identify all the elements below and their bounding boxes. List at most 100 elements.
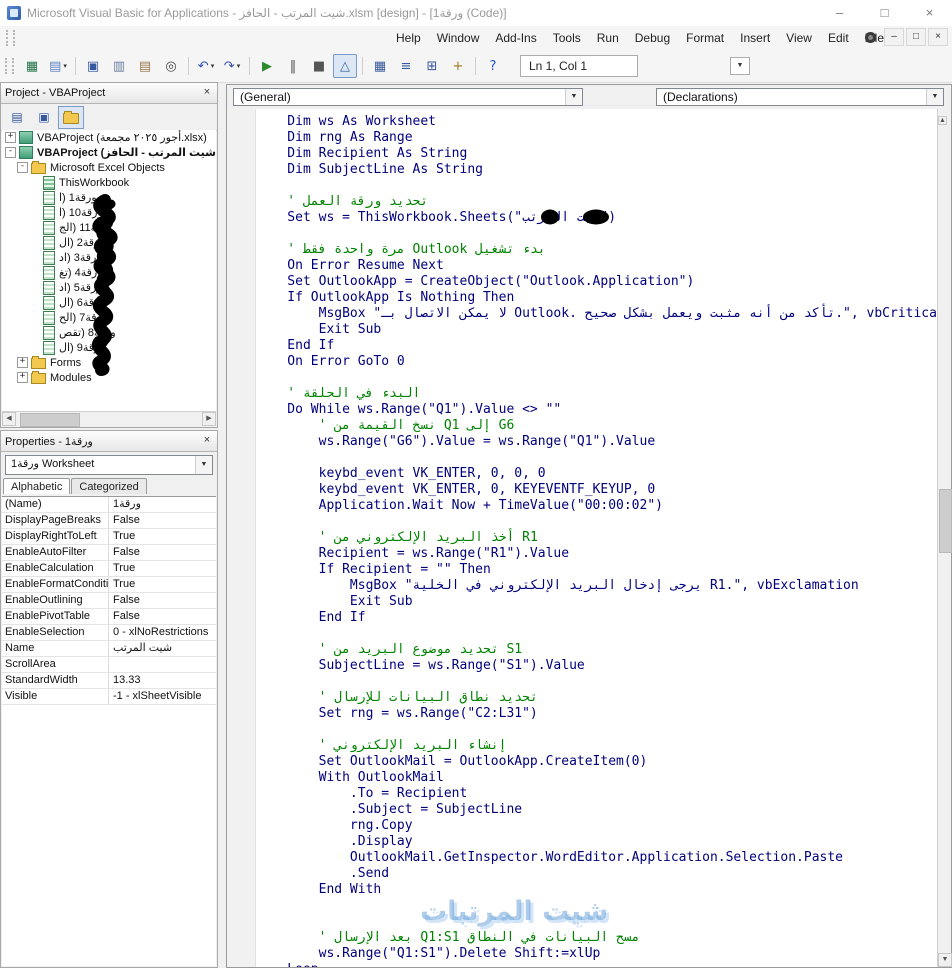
child-minimize-button[interactable]: – <box>884 28 904 46</box>
vscroll-thumb[interactable] <box>939 489 952 553</box>
folder-icon <box>63 111 79 124</box>
property-value[interactable]: False <box>109 609 216 624</box>
tree-item-sheet-1[interactable]: ورقة1 (ا <box>2 190 216 205</box>
insert-userform-button[interactable]: ▤ ▾ <box>46 54 70 78</box>
tab-categorized[interactable]: Categorized <box>71 478 147 494</box>
maximize-button[interactable]: □ <box>862 0 907 26</box>
tree-item-sheet-3[interactable]: ورقة3 (اد <box>2 250 216 265</box>
tree-item-vbaproject-2[interactable]: - VBAProject (شيت المرتب - الحافز) <box>2 145 216 160</box>
tree-item-sheet-6[interactable]: ورقة6 (ال <box>2 295 216 310</box>
menu-item-view[interactable]: View <box>778 28 820 48</box>
properties-window-button[interactable]: ≡ <box>394 54 418 78</box>
view-object-button[interactable]: ▣ <box>31 106 57 129</box>
child-restore-button[interactable]: □ <box>906 28 926 46</box>
tree-item-modules[interactable]: + Modules <box>2 370 216 385</box>
break-button[interactable]: ‖ <box>281 54 305 78</box>
copy-button[interactable]: ▥ <box>107 54 131 78</box>
menu-item-add-ins[interactable]: Add-Ins <box>487 28 544 48</box>
design-mode-button[interactable]: △ <box>333 54 357 78</box>
properties-panel-header[interactable]: Properties - ورقة1 × <box>1 431 217 452</box>
menu-item-tools[interactable]: Tools <box>545 28 589 48</box>
tree-item-sheet-7[interactable]: ورقة7 (الح <box>2 310 216 325</box>
property-value[interactable]: False <box>109 593 216 608</box>
property-value[interactable]: True <box>109 577 216 592</box>
code-vscrollbar[interactable]: ▲ ▼ <box>937 109 952 967</box>
tree-item-sheet-9[interactable]: ورقة9 (ال <box>2 340 216 355</box>
object-selector-dropdown[interactable]: ورقة1 Worksheet ▼ <box>5 455 213 475</box>
property-value[interactable]: 0 - xlNoRestrictions <box>109 625 216 640</box>
property-value[interactable]: شيت المرتب <box>109 641 216 656</box>
view-excel-button[interactable]: ▦ <box>20 54 44 78</box>
view-code-button[interactable]: ▤ <box>4 106 30 129</box>
expand-icon[interactable]: + <box>5 132 16 143</box>
project-explorer-button[interactable]: ▦ <box>368 54 392 78</box>
tree-item-sheet-10[interactable]: ورقة10 (ا <box>2 205 216 220</box>
run-button[interactable]: ▶ <box>255 54 279 78</box>
toolbar-options-dropdown[interactable]: ▼ <box>730 57 750 75</box>
close-button[interactable]: × <box>907 0 952 26</box>
save-button[interactable]: ▣ <box>81 54 105 78</box>
tree-item-sheet-8[interactable]: ورقة8 (تقص <box>2 325 216 340</box>
menu-item-format[interactable]: Format <box>678 28 732 48</box>
property-value[interactable]: False <box>109 513 216 528</box>
minimize-button[interactable]: – <box>817 0 862 26</box>
redo-button[interactable]: ↷ ▾ <box>220 54 244 78</box>
menubar-grip[interactable] <box>6 30 15 46</box>
project-panel-close-icon[interactable]: × <box>199 85 215 101</box>
find-button[interactable]: ◎ <box>159 54 183 78</box>
procedure-dropdown[interactable]: (Declarations) ▼ <box>656 88 944 106</box>
property-value[interactable]: -1 - xlSheetVisible <box>109 689 216 704</box>
property-value[interactable]: ورقة1 <box>109 497 216 512</box>
tree-item-sheet-5[interactable]: ورقة5 (اد <box>2 280 216 295</box>
tree-item-thisworkbook[interactable]: ThisWorkbook <box>2 175 216 190</box>
toggle-folders-button[interactable] <box>58 105 84 129</box>
object-dropdown-value: (General) <box>240 90 291 104</box>
menu-item-edit[interactable]: Edit <box>820 28 857 48</box>
property-name: EnableFormatConditions <box>2 577 109 592</box>
expand-icon[interactable]: + <box>17 372 28 383</box>
properties-panel-close-icon[interactable]: × <box>199 433 215 449</box>
help-button[interactable]: ? <box>481 54 505 78</box>
paste-button[interactable]: ▤ <box>133 54 157 78</box>
collapse-icon[interactable]: - <box>5 147 16 158</box>
menu-item-window[interactable]: Window <box>429 28 488 48</box>
code-line: ws.Range("G6").Value = ws.Range("Q1").Va… <box>256 434 656 449</box>
undo-button[interactable]: ↶ ▾ <box>194 54 218 78</box>
toolbox-button[interactable]: + <box>446 54 470 78</box>
object-dropdown[interactable]: (General) ▼ <box>233 88 583 106</box>
code-editor[interactable]: Dim ws As Worksheet Dim rng As Range Dim… <box>227 109 937 967</box>
property-value[interactable] <box>109 657 216 672</box>
property-value[interactable]: 13.33 <box>109 673 216 688</box>
object-browser-button[interactable]: ⊞ <box>420 54 444 78</box>
reset-button[interactable]: ■ <box>307 54 331 78</box>
child-close-button[interactable]: × <box>928 28 948 46</box>
tree-item-forms[interactable]: + Forms <box>2 355 216 370</box>
toolbar-grip[interactable] <box>5 58 14 74</box>
tree-item-sheet-2[interactable]: ورقة2 (ال <box>2 235 216 250</box>
tree-item-sheet-4[interactable]: ورقة4 (تغ <box>2 265 216 280</box>
property-value[interactable]: True <box>109 561 216 576</box>
tab-alphabetic[interactable]: Alphabetic <box>3 478 71 494</box>
property-value[interactable]: True <box>109 529 216 544</box>
scroll-right-icon[interactable]: ▶ <box>202 412 216 426</box>
tree-item-label: ورقة2 (ال <box>59 237 105 249</box>
property-value[interactable]: False <box>109 545 216 560</box>
chevron-down-icon[interactable]: ▼ <box>195 456 212 474</box>
project-panel-header[interactable]: Project - VBAProject × <box>1 83 217 104</box>
scroll-down-icon[interactable]: ▼ <box>938 953 952 967</box>
scroll-up-icon[interactable]: ▲ <box>938 116 947 125</box>
project-tree-hscrollbar[interactable]: ◀ ▶ <box>2 412 216 427</box>
collapse-icon[interactable]: - <box>17 162 28 173</box>
tree-item-sheet-11[interactable]: ورقة11 (الج <box>2 220 216 235</box>
menu-item-help[interactable]: Help <box>388 28 429 48</box>
menu-item-debug[interactable]: Debug <box>627 28 678 48</box>
expand-icon[interactable]: + <box>17 357 28 368</box>
tree-item-vbaproject-1[interactable]: + VBAProject (أجور ٢٠٢٥ مجمعة.xlsx) <box>2 130 216 145</box>
tree-item-excel-objects[interactable]: - Microsoft Excel Objects <box>2 160 216 175</box>
scroll-left-icon[interactable]: ◀ <box>2 412 16 426</box>
hscroll-thumb[interactable] <box>20 413 80 427</box>
chevron-down-icon[interactable]: ▼ <box>926 89 943 105</box>
menu-item-run[interactable]: Run <box>589 28 627 48</box>
menu-item-insert[interactable]: Insert <box>732 28 778 48</box>
chevron-down-icon[interactable]: ▼ <box>565 89 582 105</box>
